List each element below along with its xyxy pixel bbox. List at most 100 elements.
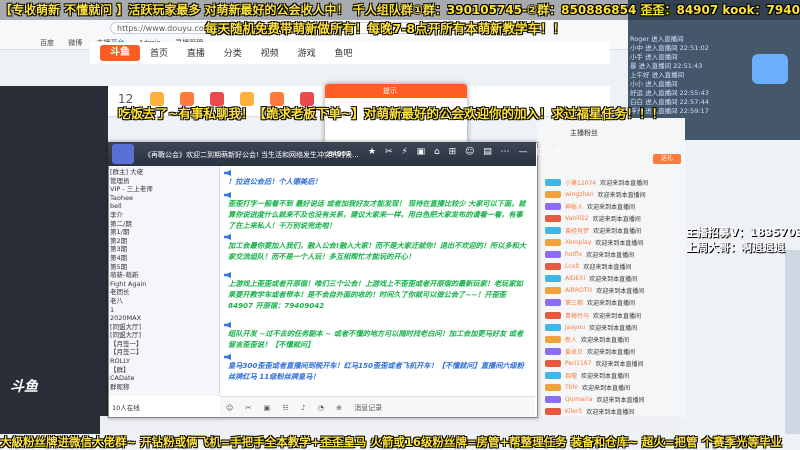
image-icon[interactable]: ▣ xyxy=(264,404,271,412)
list-icon[interactable]: ▤ xyxy=(483,147,492,157)
chat-username[interactable]: Quimaria xyxy=(565,396,593,403)
chat-username[interactable]: 青梅竹马 xyxy=(565,311,589,320)
nav-item-yuba[interactable]: 鱼吧 xyxy=(334,49,352,59)
chat-username[interactable]: wingzhan xyxy=(565,191,594,198)
chat-message: 歪歪打字一般看不到 最好说话 或者加我好友才能发现！ 现待在直播比较少 大家可以… xyxy=(228,199,526,230)
chat-username[interactable]: AIDEXI xyxy=(565,275,585,282)
chat-username[interactable]: Kiler5 xyxy=(565,408,582,415)
emoji-icon[interactable]: ☺ xyxy=(465,147,474,157)
member-item[interactable]: 第4期 xyxy=(110,254,214,263)
gift-button[interactable]: 送礼 xyxy=(653,154,681,164)
member-item[interactable]: 老团长 xyxy=(110,288,214,297)
member-item[interactable]: 【群】 xyxy=(110,366,214,375)
member-item[interactable]: [同盟大厅] xyxy=(110,331,214,340)
fan-badge-icon xyxy=(545,214,561,222)
chat-username[interactable]: Jaayou xyxy=(565,324,585,331)
member-item[interactable]: 1 xyxy=(110,306,214,315)
chat-username[interactable]: Vanill22 xyxy=(565,215,589,222)
nav-item-video[interactable]: 视频 xyxy=(261,49,279,59)
chat-username[interactable]: 曾经有梦 xyxy=(565,226,589,235)
chat-text: 欢迎来到本直播间 xyxy=(593,312,642,320)
chat-username[interactable]: Peri1167 xyxy=(565,360,592,367)
nav-item-game[interactable]: 游戏 xyxy=(298,49,316,59)
chat-text: 欢迎来到本直播间 xyxy=(587,348,636,356)
chat-text: 欢迎来到本直播间 xyxy=(587,300,636,308)
chat-text: 欢迎来到本直播间 xyxy=(595,360,644,368)
more-icon[interactable]: ⋯ xyxy=(501,147,510,157)
bookmark-item[interactable]: 百度 xyxy=(40,39,54,47)
chat-username[interactable]: Xeroplay xyxy=(565,239,591,246)
file-icon[interactable]: ☷ xyxy=(283,404,289,412)
chat-username[interactable]: 新人 xyxy=(565,335,577,344)
nav-item-live[interactable]: 直播 xyxy=(187,49,205,59)
chat-row: AiRROTO 欢迎来到本直播间 xyxy=(545,285,648,297)
nav-item-home[interactable]: 首页 xyxy=(150,49,168,59)
second-banner: 每天随机免费带萌新做所有！每晚7-8点开所有本萌新教学车！！ xyxy=(205,21,566,36)
member-item[interactable]: 2020MAX xyxy=(110,314,214,323)
member-item[interactable]: 第2期 xyxy=(110,237,214,246)
viewer-log-line: Roger 进入直播间 xyxy=(630,35,684,43)
member-item[interactable]: 管理员 xyxy=(110,177,214,186)
chat-username[interactable]: 爱卓贝 xyxy=(565,347,583,356)
member-item[interactable]: 第二/期 xyxy=(110,220,214,229)
member-item[interactable]: 萌新-萌新 xyxy=(110,271,214,280)
bottom-banner: 大級粉丝牌进微信大佬群~ 开钻粉或俩飞机=手把手全本教学+歪歪皇马 火箭或16级… xyxy=(0,435,782,449)
member-item[interactable]: 第1/期 xyxy=(110,228,214,237)
chat-text: 欢迎来到本直播间 xyxy=(581,385,630,393)
window-toolbar: ★ ✂ ⚡ ▣ ⌂ ⊞ ☺ ▤ ⋯ — □ ✕ xyxy=(368,147,567,157)
member-item[interactable]: ROLLY xyxy=(110,357,214,366)
chat-row: Tbhi 欢迎来到本直播间 xyxy=(545,382,648,394)
screen-icon[interactable]: ▣ xyxy=(417,147,426,157)
home-icon[interactable]: ⌂ xyxy=(434,147,440,157)
member-item[interactable]: Fight Again xyxy=(110,280,214,289)
chat-username[interactable]: 小莫12074 xyxy=(565,178,596,187)
bookmark-item[interactable]: 微博 xyxy=(68,39,82,47)
chat-panel-title[interactable]: 主播粉丝 xyxy=(570,128,598,138)
close-icon[interactable]: ✕ xyxy=(554,147,562,157)
history-button[interactable]: 消息记录 xyxy=(354,404,382,412)
member-item[interactable]: 李介 xyxy=(110,211,214,220)
member-item[interactable]: 第3期 xyxy=(110,245,214,254)
member-item[interactable]: 群昵称 xyxy=(110,383,214,392)
music-icon[interactable]: ♪ xyxy=(301,404,305,412)
fan-badge-icon xyxy=(545,251,561,259)
group-avatar[interactable] xyxy=(112,144,134,164)
member-item[interactable]: [同盟大厅] xyxy=(110,323,214,332)
add-icon[interactable]: ⊕ xyxy=(336,404,342,412)
nav-item-category[interactable]: 分类 xyxy=(224,49,242,59)
chat-username[interactable]: hotfix xyxy=(565,251,582,258)
chat-username[interactable]: Tbhi xyxy=(565,384,578,391)
chat-username[interactable]: AiRROTO xyxy=(565,287,592,294)
star-icon[interactable]: ★ xyxy=(368,147,376,157)
member-item[interactable]: [群主] 大佬 xyxy=(110,168,214,177)
chat-list: 小莫12074 欢迎来到本直播间 wingzhan 欢迎来到本直播间 神秘人 欢迎来到本直… xyxy=(545,176,648,418)
chat-username[interactable]: 第三期 xyxy=(565,298,583,307)
site-logo[interactable]: 斗鱼 xyxy=(100,45,140,61)
chat-row: 曾经有梦 欢迎来到本直播间 xyxy=(545,224,648,236)
maximize-icon[interactable]: □ xyxy=(536,147,545,157)
emoji-icon[interactable]: ☺ xyxy=(226,404,233,412)
member-item[interactable]: VIP - 三上老师 xyxy=(110,185,214,194)
chat-text: 欢迎来到本直播间 xyxy=(587,203,636,211)
member-item[interactable]: Taohee xyxy=(110,194,214,203)
clock-icon[interactable]: ◔ xyxy=(318,404,324,412)
member-item[interactable]: CADate xyxy=(110,374,214,383)
grid-icon[interactable]: ⊞ xyxy=(449,147,457,157)
chat-username[interactable]: 吞噬 xyxy=(565,371,577,380)
chat-row: 爱卓贝 欢迎来到本直播间 xyxy=(545,345,648,357)
minimize-icon[interactable]: — xyxy=(519,147,528,157)
chat-username[interactable]: Lcolt xyxy=(565,263,579,270)
member-item[interactable]: 【月签二】 xyxy=(110,348,214,357)
chat-username[interactable]: 神秘人 xyxy=(565,202,583,211)
member-item[interactable]: bell xyxy=(110,202,214,211)
member-item[interactable]: 老八 xyxy=(110,297,214,306)
member-item[interactable]: 第5期 xyxy=(110,263,214,272)
fan-badge-icon xyxy=(545,311,561,319)
screenshot-icon[interactable]: ✂ xyxy=(246,404,252,412)
fan-badge-icon xyxy=(545,396,561,404)
fan-badge-icon xyxy=(545,287,561,295)
bolt-icon[interactable]: ⚡ xyxy=(401,147,407,157)
member-item[interactable]: 【月签一】 xyxy=(110,340,214,349)
scissors-icon[interactable]: ✂ xyxy=(385,147,393,157)
watermark-logo: 斗鱼 xyxy=(10,379,38,395)
